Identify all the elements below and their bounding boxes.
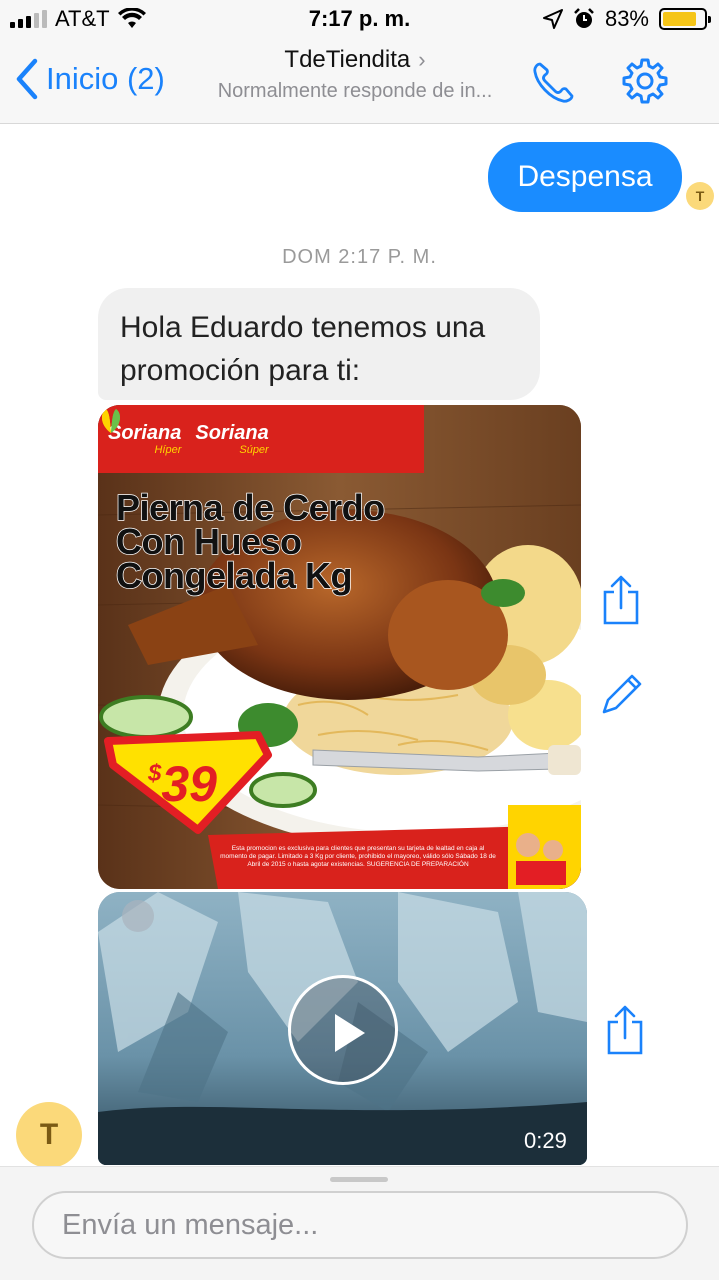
back-button[interactable]: Inicio (2): [14, 58, 165, 100]
share-icon[interactable]: [601, 574, 641, 626]
brand-subname: Súper: [239, 444, 269, 456]
brand-logos: Soriana Híper Soriana Súper: [98, 405, 424, 473]
product-title: Pierna de Cerdo Con Hueso Congelada Kg: [115, 487, 416, 596]
promo-artwork: [98, 405, 581, 889]
composer: [0, 1166, 719, 1280]
message-input[interactable]: [32, 1191, 688, 1259]
alarm-icon: [574, 8, 594, 28]
conversation-title: TdeTiendita ›: [190, 46, 520, 74]
outgoing-message-bubble[interactable]: Despensa: [488, 142, 682, 212]
outgoing-message-text: Despensa: [517, 160, 653, 193]
video-duration: 0:29: [524, 1128, 567, 1153]
promo-image[interactable]: Soriana Híper Soriana Súper Pierna de Ce…: [98, 405, 581, 889]
incoming-message-text: Hola Eduardo tenemos una promoción para …: [120, 311, 486, 387]
product-title-line: Pierna de Cerdo: [115, 487, 386, 528]
conversation-header: Inicio (2) TdeTiendita › Normalmente resp…: [0, 40, 719, 124]
chevron-right-icon: ›: [418, 47, 426, 72]
status-right: 83%: [542, 6, 711, 32]
battery-percent: 83%: [604, 6, 649, 31]
share-icon[interactable]: [605, 1004, 645, 1056]
call-button[interactable]: [528, 58, 578, 108]
promo-disclaimer: Esta promocion es exclusiva para cliente…: [220, 845, 496, 868]
incoming-message-bubble[interactable]: Hola Eduardo tenemos una promoción para …: [98, 288, 540, 400]
product-title-line: Congelada Kg: [115, 555, 353, 596]
price-currency: $: [148, 760, 162, 787]
phone-icon: [533, 62, 574, 103]
product-price: $39: [148, 755, 217, 813]
chevron-left-icon: [16, 58, 38, 100]
sender-avatar[interactable]: T: [16, 1102, 82, 1168]
soriana-leaf-icon: [101, 409, 121, 433]
play-button[interactable]: [288, 975, 398, 1085]
drawer-handle[interactable]: [330, 1177, 388, 1182]
battery-fill: [663, 12, 697, 26]
response-time-subtitle: Normalmente responde de in...: [217, 80, 493, 102]
battery-icon: [659, 8, 711, 30]
product-title-line: Con Hueso: [115, 521, 303, 562]
title-text: TdeTiendita: [284, 46, 411, 73]
brand-subname: Híper: [154, 444, 182, 456]
price-value: 39: [161, 756, 217, 812]
location-icon: [542, 9, 563, 29]
pencil-icon[interactable]: [600, 672, 644, 716]
status-bar: AT&T 7:17 p. m. 83%: [0, 0, 719, 40]
brand-name: Soriana: [195, 422, 269, 444]
brand-logo-super: Soriana Súper: [101, 409, 269, 456]
back-label: Inicio (2): [46, 61, 165, 96]
video-sender-avatar: [122, 900, 154, 932]
settings-button[interactable]: [620, 56, 670, 106]
gear-icon: [622, 58, 668, 104]
message-timestamp: DOM 2:17 P. M.: [282, 246, 437, 268]
conversation-title-button[interactable]: TdeTiendita › Normalmente responde de in.…: [190, 46, 520, 103]
read-receipt-avatar: T: [686, 182, 714, 210]
